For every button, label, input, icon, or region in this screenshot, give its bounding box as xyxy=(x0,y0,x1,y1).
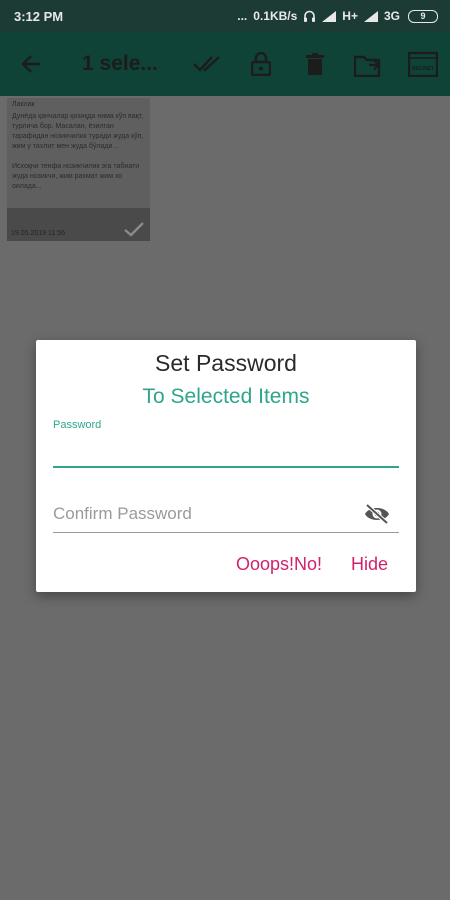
back-arrow-icon xyxy=(21,55,40,73)
headset-icon xyxy=(304,10,316,22)
toggle-visibility-button[interactable] xyxy=(363,501,391,527)
secret-folder-button[interactable]: SECRET xyxy=(396,32,450,96)
delete-button[interactable] xyxy=(288,32,342,96)
lock-icon xyxy=(251,52,271,76)
move-folder-icon xyxy=(354,55,381,77)
status-bar: 3:12 PM ... 0.1KB/s H+ 3G 9 xyxy=(0,0,450,32)
set-password-dialog: Set Password To Selected Items Password … xyxy=(36,340,416,592)
signal-icon xyxy=(322,10,337,22)
dialog-title: Set Password xyxy=(155,350,297,376)
confirm-password-container xyxy=(53,495,399,535)
selection-count: 1 sele... xyxy=(82,52,158,75)
trash-icon xyxy=(306,53,324,75)
note-body: Дунёда қанчалар қизиқда нима кўп вақт, т… xyxy=(12,113,144,190)
selected-check-icon xyxy=(124,222,144,237)
confirm-underline xyxy=(53,532,399,533)
double-check-icon xyxy=(193,56,220,72)
cancel-button[interactable]: Ooops!No! xyxy=(236,554,322,575)
selected-note-card[interactable]: Лаклак Дунёда қанчалар қизиқда нима кўп … xyxy=(7,98,150,241)
signal-icon-2 xyxy=(363,10,378,22)
network-speed: 0.1KB/s xyxy=(253,9,298,23)
status-indicators: ... 0.1KB/s H+ 3G 9 xyxy=(237,9,438,23)
battery-icon: 9 xyxy=(408,9,438,23)
select-all-button[interactable] xyxy=(180,32,234,96)
password-underline xyxy=(53,466,399,468)
note-date: 19.05.2019 11:56 xyxy=(11,230,65,237)
status-time: 3:12 PM xyxy=(14,8,64,24)
dialog-subtitle: To Selected Items xyxy=(142,385,310,408)
dialog-actions: Ooops!No! Hide xyxy=(36,554,416,584)
action-toolbar: 1 sele... SECRET xyxy=(0,32,450,96)
network-type: H+ xyxy=(342,9,358,23)
hide-button[interactable]: Hide xyxy=(351,554,388,575)
note-heading: Лаклак xyxy=(12,101,35,108)
confirm-password-field[interactable] xyxy=(53,499,353,529)
back-button[interactable] xyxy=(0,32,62,96)
password-field[interactable] xyxy=(53,434,399,466)
password-label: Password xyxy=(53,419,102,431)
secret-folder-icon: SECRET xyxy=(408,51,438,77)
status-dots: ... xyxy=(237,9,248,23)
note-footer: 19.05.2019 11:56 xyxy=(7,208,150,241)
password-field-container: Password xyxy=(53,418,399,470)
secret-folder-label: SECRET xyxy=(412,66,435,72)
lock-button[interactable] xyxy=(234,32,288,96)
eye-off-icon xyxy=(365,503,389,525)
network-type-2: 3G xyxy=(383,9,400,23)
battery-level: 9 xyxy=(420,11,426,21)
move-button[interactable] xyxy=(342,32,396,96)
